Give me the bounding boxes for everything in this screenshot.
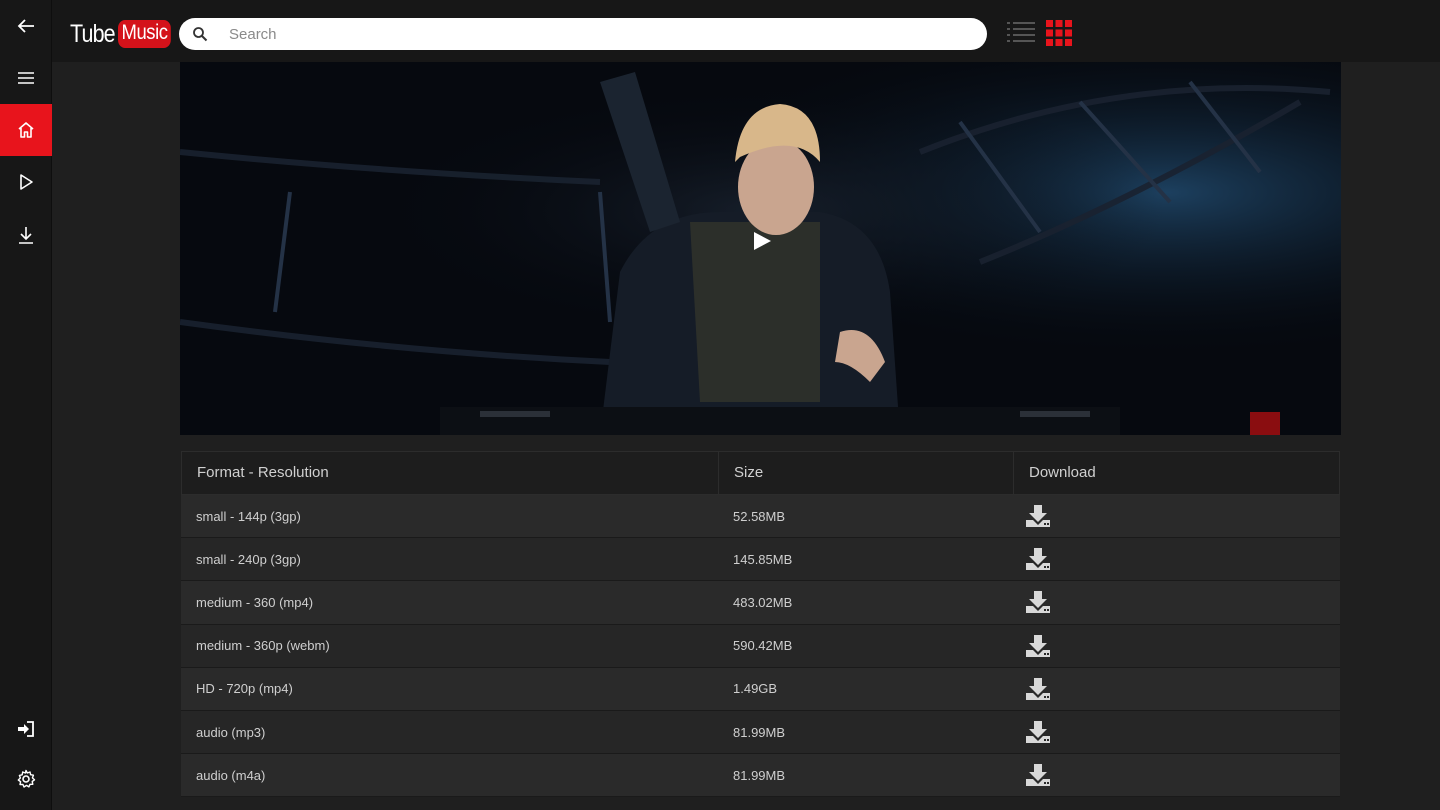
sidebar-item-play[interactable] <box>0 156 52 208</box>
play-button[interactable] <box>743 222 781 260</box>
download-icon <box>1026 634 1050 657</box>
format-cell: audio (mp3) <box>196 724 266 740</box>
grid-view-button[interactable] <box>1046 20 1072 46</box>
download-icon <box>19 227 33 244</box>
download-icon <box>1026 677 1050 700</box>
table-row: HD - 720p (mp4) 1.49GB <box>181 667 1340 711</box>
table-row: medium - 360 (mp4) 483.02MB <box>181 581 1340 625</box>
table-row: medium - 360p (webm) 590.42MB <box>181 624 1340 668</box>
back-arrow-icon <box>17 19 34 33</box>
logo-tube-text: Tube <box>70 19 116 48</box>
list-view-button[interactable] <box>1007 20 1035 46</box>
sidebar-item-downloads[interactable] <box>0 209 52 261</box>
search-bar <box>179 18 987 50</box>
video-player[interactable] <box>180 62 1341 435</box>
download-button[interactable] <box>1024 588 1052 616</box>
download-button[interactable] <box>1024 545 1052 573</box>
table-row: small - 240p (3gp) 145.85MB <box>181 538 1340 582</box>
format-cell: small - 144p (3gp) <box>196 508 301 524</box>
sidebar-item-home[interactable] <box>0 104 52 156</box>
search-icon[interactable] <box>192 26 208 42</box>
format-cell: medium - 360p (webm) <box>196 638 330 654</box>
back-button[interactable] <box>0 0 52 52</box>
download-cell <box>1013 588 1338 616</box>
column-header-download: Download <box>1029 464 1096 481</box>
table-row: small - 144p (3gp) 52.58MB <box>181 495 1340 539</box>
download-formats-table: Format - Resolution Size Download small … <box>181 451 1340 798</box>
search-input[interactable] <box>229 18 969 50</box>
home-icon <box>18 122 34 138</box>
download-icon <box>1026 505 1050 528</box>
download-cell <box>1013 545 1338 573</box>
download-button[interactable] <box>1024 675 1052 703</box>
top-bar: Tube Music <box>52 0 1440 62</box>
download-cell <box>1013 718 1338 746</box>
sign-in-button[interactable] <box>0 703 52 755</box>
download-button[interactable] <box>1024 502 1052 530</box>
download-cell <box>1013 502 1338 530</box>
size-cell: 590.42MB <box>733 638 793 654</box>
app-logo[interactable]: Tube Music <box>70 18 178 50</box>
download-button[interactable] <box>1024 718 1052 746</box>
size-cell: 52.58MB <box>733 508 786 524</box>
column-header-size: Size <box>719 452 1014 494</box>
logo-music-text: Music <box>118 20 172 48</box>
download-cell <box>1013 761 1338 789</box>
sidebar <box>0 0 52 810</box>
size-cell: 81.99MB <box>733 767 786 783</box>
table-row: audio (mp3) 81.99MB <box>181 710 1340 755</box>
menu-button[interactable] <box>0 52 52 104</box>
download-icon <box>1026 548 1050 571</box>
play-icon <box>20 174 33 190</box>
gear-icon <box>17 769 36 788</box>
format-cell: small - 240p (3gp) <box>196 551 301 567</box>
download-icon <box>1026 591 1050 614</box>
column-header-format: Format - Resolution <box>182 452 719 494</box>
sign-in-icon <box>18 721 34 737</box>
grid-view-icon <box>1046 20 1072 46</box>
format-cell: audio (m4a) <box>196 767 266 783</box>
list-view-icon <box>1007 22 1035 42</box>
download-icon <box>1026 721 1050 744</box>
hamburger-menu-icon <box>18 72 34 84</box>
format-cell: HD - 720p (mp4) <box>196 681 293 697</box>
size-cell: 1.49GB <box>733 681 778 697</box>
format-cell: medium - 360 (mp4) <box>196 594 314 610</box>
download-cell <box>1013 675 1338 703</box>
size-cell: 145.85MB <box>733 551 793 567</box>
download-cell <box>1013 632 1338 660</box>
size-cell: 81.99MB <box>733 724 786 740</box>
table-row: audio (m4a) 81.99MB <box>181 754 1340 798</box>
download-button[interactable] <box>1024 761 1052 789</box>
size-cell: 483.02MB <box>733 594 793 610</box>
download-button[interactable] <box>1024 632 1052 660</box>
download-icon <box>1026 764 1050 787</box>
table-header: Format - Resolution Size Download <box>181 451 1340 495</box>
settings-button[interactable] <box>0 753 52 805</box>
play-icon <box>754 232 771 250</box>
